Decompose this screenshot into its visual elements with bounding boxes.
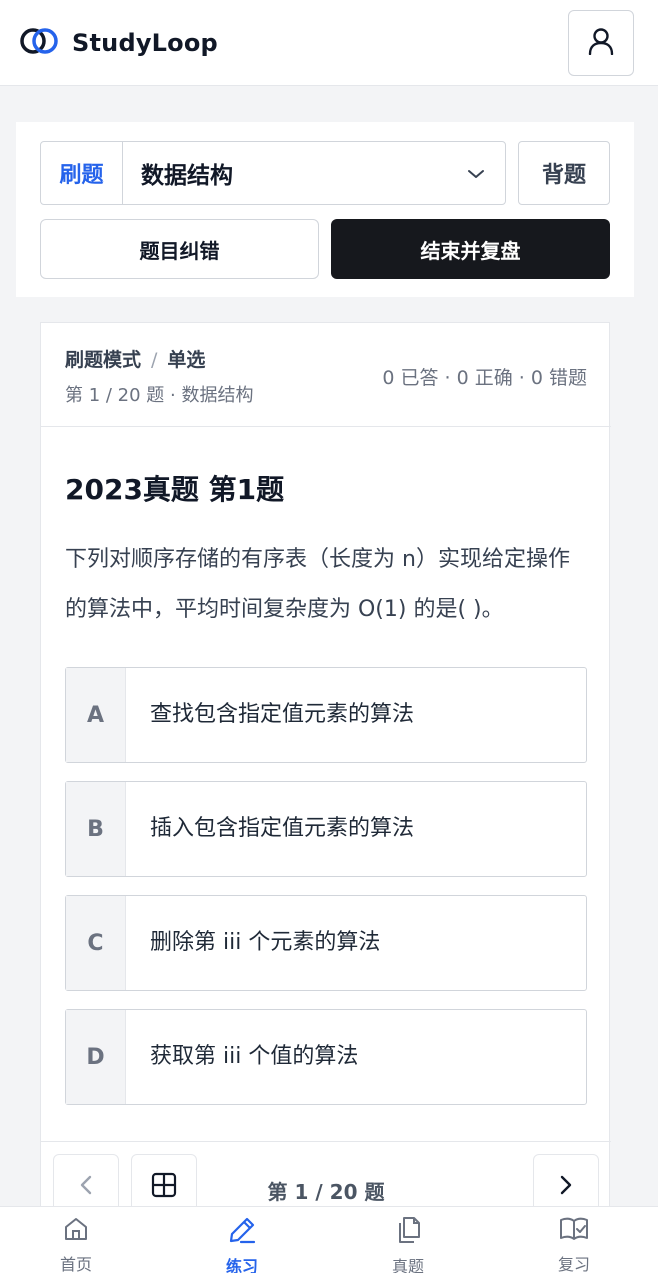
option-c[interactable]: C 删除第 iii 个元素的算法 [65, 895, 587, 991]
report-error-button[interactable]: 题目纠错 [40, 219, 319, 279]
user-icon [588, 27, 614, 59]
nav-tab-home[interactable]: 首页 [16, 1207, 136, 1273]
question-card: 刷题模式 / 单选 第 1 / 20 题 · 数据结构 0 已答 · 0 正确 · … [40, 322, 611, 1222]
bottom-nav: 首页 练习 真题 复习 [0, 1206, 658, 1273]
mode-row: 刷题 数据结构 背题 [40, 141, 610, 205]
pencil-icon [227, 1215, 257, 1249]
home-icon [62, 1215, 90, 1247]
option-letter: B [66, 782, 126, 876]
option-letter: A [66, 668, 126, 762]
option-text: 查找包含指定值元素的算法 [150, 702, 415, 727]
nav-tab-label: 首页 [59, 1255, 92, 1273]
breadcrumb-separator: / [151, 349, 158, 371]
breadcrumb: 刷题模式 / 单选 [65, 345, 205, 372]
nav-tab-review[interactable]: 复习 [514, 1207, 634, 1273]
logo-icon [20, 26, 58, 60]
brand[interactable]: StudyLoop [20, 26, 218, 60]
chevron-right-icon [559, 1174, 573, 1200]
option-letter: C [66, 896, 126, 990]
subject-select[interactable]: 刷题 数据结构 [40, 141, 506, 205]
breadcrumb-mode: 刷题模式 [65, 349, 142, 371]
question-card-header: 刷题模式 / 单选 第 1 / 20 题 · 数据结构 0 已答 · 0 正确 · … [41, 323, 611, 427]
nav-tab-label: 练习 [225, 1257, 258, 1273]
page-indicator: 第 1 / 20 题 [267, 1180, 385, 1204]
chevron-down-icon [467, 160, 485, 186]
practice-controls: 刷题 数据结构 背题 题目纠错 结束并复盘 [16, 122, 634, 297]
book-check-icon [558, 1215, 590, 1247]
option-b[interactable]: B 插入包含指定值元素的算法 [65, 781, 587, 877]
nav-tab-label: 真题 [391, 1257, 424, 1273]
memorize-mode-button[interactable]: 背题 [518, 141, 610, 205]
option-d[interactable]: D 获取第 iii 个值的算法 [65, 1009, 587, 1105]
nav-tab-past-papers[interactable]: 真题 [348, 1207, 468, 1273]
answer-stats: 0 已答 · 0 正确 · 0 错题 [382, 367, 587, 389]
finish-review-button[interactable]: 结束并复盘 [331, 219, 610, 279]
option-a[interactable]: A 查找包含指定值元素的算法 [65, 667, 587, 763]
question-title: 2023真题 第1题 [65, 473, 285, 506]
question-text: 下列对顺序存储的有序表（长度为 n）实现给定操作的算法中，平均时间复杂度为 O(… [65, 547, 570, 622]
action-row: 题目纠错 结束并复盘 [40, 219, 610, 279]
subject-value: 数据结构 [141, 163, 233, 189]
app-name: StudyLoop [72, 28, 218, 57]
option-text: 获取第 iii 个值的算法 [150, 1044, 359, 1069]
option-letter: D [66, 1010, 126, 1104]
app-header: StudyLoop [0, 0, 658, 86]
mode-tag-practice[interactable]: 刷题 [41, 142, 123, 204]
documents-icon [394, 1215, 422, 1249]
breadcrumb-type: 单选 [167, 349, 206, 371]
option-text: 插入包含指定值元素的算法 [150, 816, 415, 841]
user-button[interactable] [568, 9, 634, 76]
question-progress: 第 1 / 20 题 · 数据结构 [65, 385, 254, 406]
nav-tab-label: 复习 [557, 1255, 590, 1273]
option-text: 删除第 iii 个元素的算法 [150, 930, 381, 955]
nav-tab-practice[interactable]: 练习 [182, 1207, 302, 1273]
subject-dropdown[interactable]: 数据结构 [123, 142, 505, 204]
